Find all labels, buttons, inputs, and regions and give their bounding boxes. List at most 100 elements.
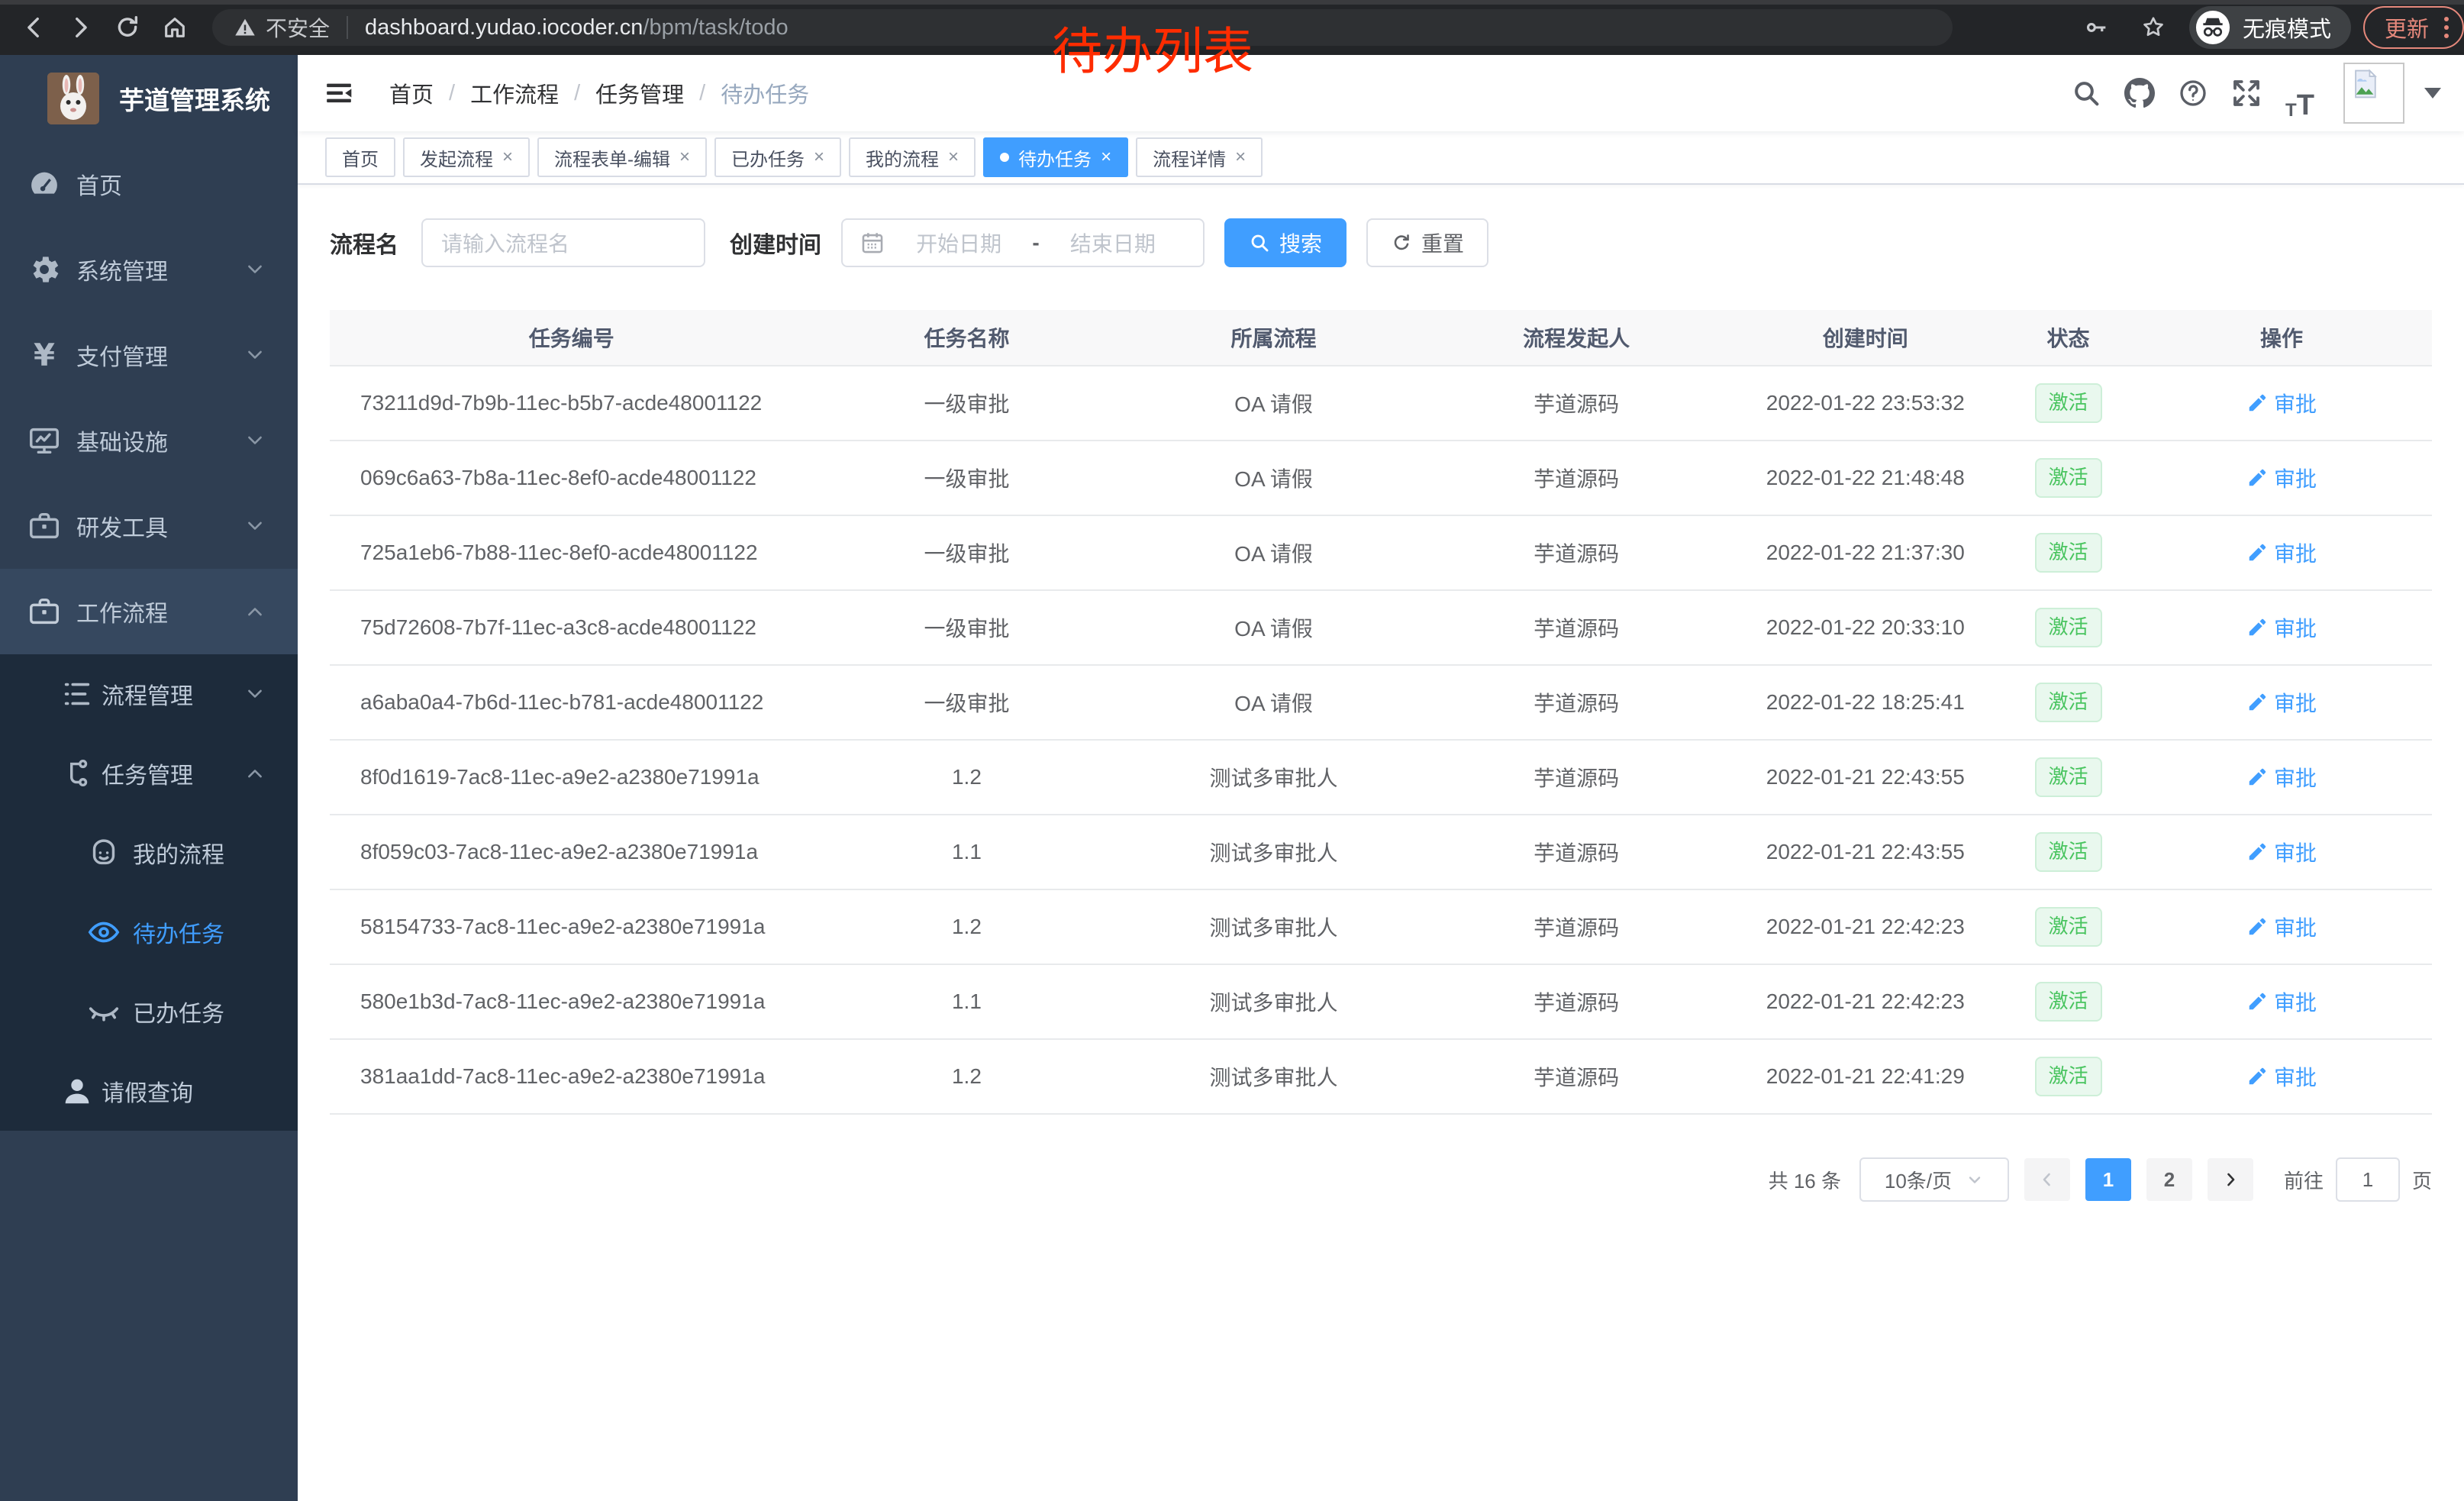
sidebar-item-leave-query[interactable]: 请假查询 (0, 1051, 298, 1131)
avatar-dropdown-caret[interactable] (2424, 88, 2441, 98)
tab-我的流程[interactable]: 我的流程 × (849, 137, 976, 177)
close-icon[interactable]: × (1235, 148, 1246, 166)
font-size-icon[interactable]: TT (2273, 66, 2327, 120)
breadcrumb-item[interactable]: 首页 (389, 77, 434, 109)
app-title: 芋道管理系统 (119, 80, 270, 117)
initiator: 芋道源码 (1427, 537, 1726, 568)
sidebar-item-task-mgmt[interactable]: 任务管理 (0, 734, 298, 813)
initiator: 芋道源码 (1427, 388, 1726, 418)
created-time: 2022-01-21 22:42:23 (1726, 915, 2005, 939)
tab-发起流程[interactable]: 发起流程 × (403, 137, 530, 177)
approve-link[interactable]: 审批 (2246, 388, 2317, 418)
approve-link[interactable]: 审批 (2246, 762, 2317, 792)
table-row: 58154733-7ac8-11ec-a9e2-a2380e71991a 1.2… (330, 890, 2432, 965)
approve-link[interactable]: 审批 (2246, 687, 2317, 718)
close-icon[interactable]: × (679, 148, 690, 166)
tab-首页[interactable]: 首页 × (325, 137, 395, 177)
chevron-down-icon (244, 515, 266, 537)
bookmark-star-icon[interactable] (2139, 13, 2168, 42)
sidebar-item-todo-task[interactable]: 待办任务 (0, 893, 298, 972)
sidebar-item-system[interactable]: 系统管理 (0, 227, 298, 312)
sidebar-item-home[interactable]: 首页 (0, 141, 298, 227)
calendar-icon (859, 230, 885, 256)
browser-forward-icon[interactable] (66, 13, 95, 42)
edit-pen-icon (2246, 392, 2268, 414)
task-id: 8f059c03-7ac8-11ec-a9e2-a2380e71991a (330, 840, 813, 864)
status-badge: 激活 (2035, 683, 2102, 721)
approve-link[interactable]: 审批 (2246, 1061, 2317, 1092)
update-label[interactable]: 更新 (2385, 11, 2429, 44)
page-size-select[interactable]: 10条/页 (1859, 1157, 2009, 1202)
approve-link[interactable]: 审批 (2246, 463, 2317, 493)
browser-home-icon[interactable] (160, 13, 189, 42)
created-time: 2022-01-22 23:53:32 (1726, 391, 2005, 415)
security-label[interactable]: 不安全 (266, 12, 330, 43)
tab-流程表单-编辑[interactable]: 流程表单-编辑 × (537, 137, 707, 177)
breadcrumb-item[interactable]: 工作流程 (470, 77, 559, 109)
approve-link[interactable]: 审批 (2246, 837, 2317, 867)
browser-reload-icon[interactable] (113, 13, 142, 42)
search-icon[interactable] (2059, 66, 2113, 120)
end-date-input[interactable]: 结束日期 (1040, 228, 1186, 258)
update-button[interactable]: 更新 (2363, 6, 2464, 49)
url-path[interactable]: /bpm/task/todo (643, 15, 788, 40)
sidebar-item-infra[interactable]: 基础设施 (0, 398, 298, 483)
browser-menu-icon[interactable] (2444, 17, 2449, 38)
next-page-button[interactable] (2208, 1158, 2253, 1201)
task-name: 一级审批 (813, 388, 1120, 418)
incognito-badge: 无痕模式 (2189, 6, 2351, 49)
page-button-2[interactable]: 2 (2146, 1158, 2192, 1201)
screen: 不安全 dashboard.yudao.iocoder.cn/bpm/task/… (0, 0, 2464, 1501)
tab-已办任务[interactable]: 已办任务 × (714, 137, 841, 177)
jump-page-input[interactable] (2336, 1157, 2400, 1202)
close-icon[interactable]: × (1101, 148, 1111, 166)
sidebar-logo[interactable]: 芋道管理系统 (0, 55, 298, 141)
reset-button[interactable]: 重置 (1366, 218, 1488, 267)
briefcase-icon (27, 594, 62, 629)
search-button[interactable]: 搜索 (1224, 218, 1346, 267)
task-name: 1.2 (813, 1064, 1120, 1089)
avatar[interactable] (2343, 63, 2404, 124)
tab-待办任务[interactable]: 待办任务 × (983, 137, 1128, 177)
chevron-down-icon (244, 344, 266, 366)
breadcrumb-separator: / (449, 81, 455, 106)
address-bar[interactable]: 不安全 dashboard.yudao.iocoder.cn/bpm/task/… (212, 9, 1953, 46)
password-key-icon[interactable] (2082, 13, 2111, 42)
close-icon[interactable]: × (502, 148, 513, 166)
table-header: 任务编号 任务名称 所属流程 流程发起人 创建时间 状态 操作 (330, 310, 2432, 366)
prev-page-button[interactable] (2024, 1158, 2070, 1201)
sidebar-item-payment[interactable]: ¥ 支付管理 (0, 312, 298, 398)
date-range-picker[interactable]: 开始日期 - 结束日期 (841, 218, 1205, 267)
process-name-input[interactable]: 请输入流程名 (421, 218, 705, 267)
svg-text:¥: ¥ (34, 337, 55, 373)
page-button-1[interactable]: 1 (2085, 1158, 2131, 1201)
help-icon[interactable] (2166, 66, 2220, 120)
approve-link[interactable]: 审批 (2246, 912, 2317, 942)
sidebar-item-devtools[interactable]: 研发工具 (0, 483, 298, 569)
sidebar-item-workflow[interactable]: 工作流程 (0, 569, 298, 654)
sidebar-fold-icon[interactable] (324, 78, 354, 108)
fullscreen-icon[interactable] (2220, 66, 2273, 120)
approve-link[interactable]: 审批 (2246, 986, 2317, 1017)
close-icon[interactable]: × (814, 148, 824, 166)
browser-back-icon[interactable] (20, 13, 49, 42)
breadcrumb-item[interactable]: 任务管理 (595, 77, 684, 109)
sidebar-item-my-process[interactable]: 我的流程 (0, 813, 298, 893)
tab-流程详情[interactable]: 流程详情 × (1136, 137, 1263, 177)
process-name: OA 请假 (1120, 687, 1427, 718)
sidebar-submenu: 流程管理 任务管理 我的流程 待办任务 已办任务 请假查询 (0, 654, 298, 1131)
gear-icon (27, 252, 62, 287)
close-icon[interactable]: × (948, 148, 959, 166)
user-icon (60, 1073, 95, 1109)
task-name: 一级审批 (813, 687, 1120, 718)
task-name: 一级审批 (813, 463, 1120, 493)
date-range-separator: - (1032, 231, 1039, 255)
url-host[interactable]: dashboard.yudao.iocoder.cn (365, 15, 643, 40)
approve-link[interactable]: 审批 (2246, 612, 2317, 643)
approve-link[interactable]: 审批 (2246, 537, 2317, 568)
github-icon[interactable] (2113, 66, 2166, 120)
sidebar-item-process-mgmt[interactable]: 流程管理 (0, 654, 298, 734)
start-date-input[interactable]: 开始日期 (885, 228, 1032, 258)
sidebar-item-done-task[interactable]: 已办任务 (0, 972, 298, 1051)
not-secure-icon[interactable] (234, 16, 256, 39)
